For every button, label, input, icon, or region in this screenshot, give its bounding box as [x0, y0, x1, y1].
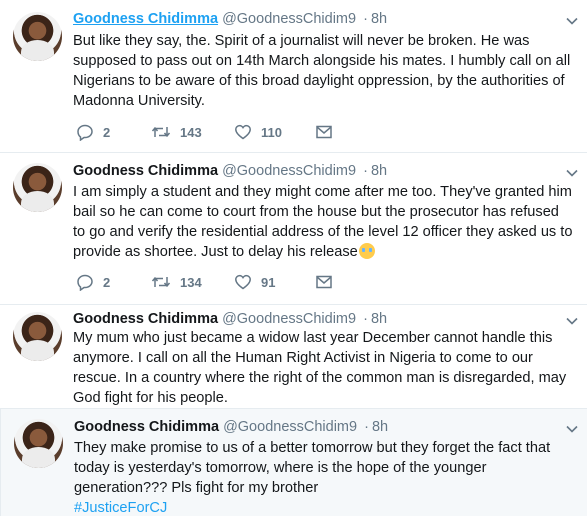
separator-dot: · [364, 419, 369, 435]
tweet-text-body: They make promise to us of a better tomo… [74, 440, 551, 496]
retweet-icon [151, 123, 171, 141]
retweet-count: 143 [180, 124, 202, 140]
tweet-header: Goodness Chidimma @GoodnessChidim9 · 8h [73, 10, 387, 28]
retweet-button[interactable]: 143 [151, 122, 202, 142]
tweet-4[interactable]: Goodness Chidimma @GoodnessChidim9 · 8h T… [0, 409, 587, 516]
author-handle[interactable]: @GoodnessChidim9 [222, 311, 356, 327]
tweet-text: I am simply a student and they might com… [73, 182, 573, 262]
like-button[interactable]: 110 [234, 122, 282, 142]
tweet-1[interactable]: Goodness Chidimma @GoodnessChidim9 · 8h B… [0, 0, 587, 153]
tweet-text-body: I am simply a student and they might com… [73, 184, 573, 260]
retweet-icon [151, 273, 171, 291]
author-name[interactable]: Goodness Chidimma [74, 419, 219, 435]
timestamp[interactable]: 8h [371, 163, 387, 179]
chevron-down-icon[interactable] [565, 166, 579, 180]
author-handle[interactable]: @GoodnessChidim9 [222, 163, 356, 179]
tweet-header: Goodness Chidimma @GoodnessChidim9 · 8h [73, 162, 387, 180]
direct-message-button[interactable] [315, 272, 333, 292]
tweet-header: Goodness Chidimma @GoodnessChidim9 · 8h [73, 310, 387, 328]
crying-face-emoji [358, 243, 375, 259]
chevron-down-icon[interactable] [565, 14, 579, 28]
chevron-down-icon[interactable] [565, 314, 579, 328]
like-button[interactable]: 91 [234, 272, 275, 292]
like-count: 91 [261, 274, 276, 290]
chevron-down-icon[interactable] [565, 422, 579, 436]
retweet-button[interactable]: 134 [151, 272, 202, 292]
avatar[interactable] [13, 163, 62, 212]
retweet-count: 134 [180, 274, 202, 290]
author-name[interactable]: Goodness Chidimma [73, 163, 218, 179]
tweet-3[interactable]: Goodness Chidimma @GoodnessChidim9 · 8h M… [0, 305, 587, 409]
avatar[interactable] [13, 12, 62, 61]
author-handle[interactable]: @GoodnessChidim9 [223, 419, 357, 435]
timestamp[interactable]: 8h [371, 311, 387, 327]
tweet-text: But like they say, the. Spirit of a jour… [73, 33, 571, 109]
avatar[interactable] [14, 419, 63, 468]
tweet-text: My mum who just became a widow last year… [73, 330, 567, 406]
reply-count: 2 [103, 274, 111, 290]
separator-dot: · [363, 311, 368, 327]
heart-icon [234, 273, 252, 291]
reply-count: 2 [103, 124, 111, 140]
reply-button[interactable]: 2 [76, 272, 110, 292]
separator-dot: · [363, 11, 368, 27]
avatar[interactable] [13, 312, 62, 361]
tweet-2[interactable]: Goodness Chidimma @GoodnessChidim9 · 8h I… [0, 153, 587, 305]
reply-icon [76, 123, 94, 141]
heart-icon [234, 123, 252, 141]
author-name[interactable]: Goodness Chidimma [73, 311, 218, 327]
separator-dot: · [363, 163, 368, 179]
hashtag-link[interactable]: #JusticeForCJ [74, 498, 574, 516]
direct-message-button[interactable] [315, 122, 333, 142]
like-count: 110 [261, 124, 282, 140]
timestamp[interactable]: 8h [371, 11, 387, 27]
author-handle[interactable]: @GoodnessChidim9 [222, 11, 356, 27]
envelope-icon [315, 273, 333, 291]
reply-icon [76, 273, 94, 291]
timestamp[interactable]: 8h [372, 419, 388, 435]
envelope-icon [315, 123, 333, 141]
author-name[interactable]: Goodness Chidimma [73, 11, 218, 27]
tweet-text: They make promise to us of a better tomo… [74, 438, 574, 516]
tweet-header: Goodness Chidimma @GoodnessChidim9 · 8h [74, 418, 388, 436]
reply-button[interactable]: 2 [76, 122, 110, 142]
